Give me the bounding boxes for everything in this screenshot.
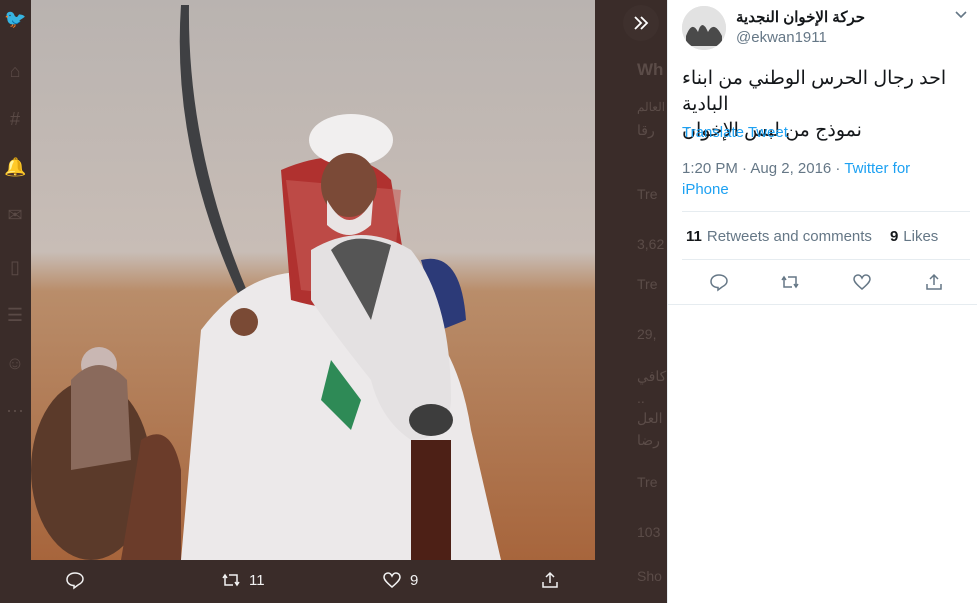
- tweet-photo[interactable]: [31, 0, 595, 560]
- twitter-icon: 🐦: [4, 9, 27, 29]
- feed-text: رقا: [637, 122, 655, 138]
- like-button[interactable]: 9: [382, 570, 418, 590]
- like-button[interactable]: [852, 272, 874, 294]
- home-icon: ⌂: [9, 61, 21, 81]
- heart-icon: [853, 274, 871, 290]
- retweet-button[interactable]: [780, 272, 802, 294]
- feed-text: العل: [637, 410, 663, 426]
- feed-text: رضا: [637, 432, 660, 448]
- feed-text: Tre: [637, 276, 658, 292]
- share-button[interactable]: [924, 272, 946, 294]
- share-icon: [542, 571, 558, 588]
- reply-button[interactable]: [709, 272, 731, 294]
- bell-icon: 🔔: [4, 157, 27, 177]
- tweet-text-line: احد رجال الحرس الوطني من ابناء البادية: [682, 68, 947, 115]
- retweet-button[interactable]: 11: [221, 570, 265, 590]
- retweet-count: 11: [249, 571, 265, 589]
- photo-image: [31, 0, 595, 560]
- like-count: 9: [410, 571, 419, 589]
- bookmark-icon: ▯: [10, 257, 20, 277]
- mail-icon: ✉: [7, 205, 23, 225]
- display-name[interactable]: حركة الإخوان النجدية: [736, 8, 865, 26]
- feed-text: Sho: [637, 568, 662, 584]
- retweet-icon: [781, 275, 799, 289]
- reply-button[interactable]: [65, 570, 93, 590]
- chevron-down-icon[interactable]: [953, 6, 969, 22]
- tweet-stats: 11 Retweets and comments 9 Likes: [686, 228, 956, 245]
- heart-icon: [383, 572, 401, 588]
- feed-text: Tre: [637, 186, 658, 202]
- retweet-icon: [222, 573, 240, 587]
- avatar[interactable]: [682, 6, 726, 50]
- tweet-meta: 1:20 PM · Aug 2, 2016 · Twitter for iPho…: [682, 158, 952, 200]
- divider: [682, 211, 970, 212]
- more-icon: ⋯: [6, 401, 24, 421]
- feed-text: 103: [637, 524, 661, 540]
- feed-text: ..: [637, 390, 645, 406]
- feed-text: Wh: [637, 60, 664, 79]
- tweet-timestamp[interactable]: 1:20 PM · Aug 2, 2016 ·: [682, 160, 844, 177]
- double-chevron-right-icon: [634, 16, 649, 30]
- user-handle[interactable]: @ekwan1911: [736, 29, 827, 46]
- divider: [682, 259, 970, 260]
- tweet-action-bar: [682, 270, 970, 298]
- translate-tweet-link[interactable]: Translate Tweet: [682, 124, 788, 141]
- likes-label: Likes: [903, 228, 939, 245]
- avatar-image: [682, 6, 726, 50]
- reply-icon: [710, 274, 728, 292]
- feed-text: العالم: [637, 100, 666, 114]
- feed-text: 29,: [637, 326, 657, 342]
- feed-text: Tre: [637, 474, 658, 490]
- divider: [668, 304, 977, 305]
- profile-icon: ☺: [5, 353, 25, 373]
- feed-text: كافي: [637, 368, 667, 384]
- tweet-detail-panel: حركة الإخوان النجدية @ekwan1911 احد رجال…: [667, 0, 977, 603]
- hashtag-icon: #: [9, 109, 20, 129]
- share-icon: [926, 273, 942, 290]
- share-button[interactable]: [540, 570, 568, 590]
- collapse-panel-button[interactable]: [623, 5, 659, 41]
- photo-action-bar: 11 9: [31, 560, 595, 603]
- list-icon: ☰: [6, 305, 24, 325]
- background-feed: Wh العالم رقا Tre 3,62 Tre 29, كافي .. ا…: [595, 0, 667, 603]
- likes-count: 9: [889, 228, 899, 245]
- reply-icon: [66, 572, 84, 590]
- background-nav: 🐦 ⌂ # 🔔 ✉ ▯ ☰ ☺ ⋯: [0, 0, 32, 603]
- retweets-count: 11: [686, 228, 702, 245]
- feed-text: 3,62: [637, 236, 665, 252]
- retweets-label: Retweets and comments: [706, 228, 872, 245]
- likes-stat[interactable]: 9 Likes: [890, 228, 938, 245]
- retweets-stat[interactable]: 11 Retweets and comments: [686, 228, 872, 245]
